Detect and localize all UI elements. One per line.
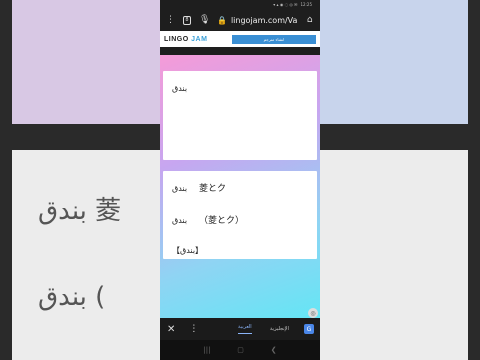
- home-icon[interactable]: ⌂: [305, 15, 314, 25]
- output-line: بندق （菱とク）: [172, 216, 245, 226]
- site-header: LINGO JAM انشاء مترجم: [160, 31, 320, 47]
- url-text: lingojam.com/Va: [230, 15, 298, 25]
- scroll-button[interactable]: ◎: [308, 308, 318, 318]
- more-icon[interactable]: ⋮: [189, 324, 198, 334]
- browser-toolbar: ⋮ 8 🎙 🔒 lingojam.com/Va ⌂: [160, 9, 320, 31]
- navigation-bar: ||| ▢ ❮: [160, 340, 320, 360]
- translator-area: بندق بندق 菱とク بندق （菱とク） 【بندق】 ◎: [160, 55, 320, 320]
- background-card: [12, 150, 160, 360]
- background-text: بندق 菱: [38, 196, 122, 226]
- phone-screen: ▾ ▴ ◉ ◌ ◎ ✉ 12:25 ⋮ 8 🎙 🔒 lingojam.com/V…: [160, 0, 320, 360]
- google-translate-icon[interactable]: G: [304, 324, 314, 334]
- create-translator-button[interactable]: انشاء مترجم: [232, 34, 316, 44]
- home-nav-icon[interactable]: ▢: [237, 346, 244, 354]
- tab-count-button[interactable]: 8: [183, 15, 191, 25]
- input-textarea[interactable]: بندق: [163, 71, 317, 160]
- close-icon[interactable]: ✕: [167, 324, 175, 335]
- output-line: بندق 菱とク: [172, 184, 227, 194]
- lock-icon: 🔒: [216, 15, 227, 25]
- menu-icon[interactable]: ⋮: [166, 15, 175, 25]
- page-translate-bar: ✕ ⋮ العربية الإنجليزية G: [160, 318, 320, 340]
- output-line: 【بندق】: [172, 246, 204, 255]
- language-tab-source[interactable]: العربية: [238, 324, 252, 334]
- input-text: بندق: [172, 84, 188, 93]
- background-text: بندق (: [38, 282, 106, 312]
- background-card: [320, 0, 468, 124]
- background-card: [12, 0, 160, 124]
- background-left: بندق 菱 بندق (: [0, 0, 160, 360]
- language-tab-target[interactable]: الإنجليزية: [270, 326, 289, 332]
- address-bar[interactable]: 🔒 lingojam.com/Va: [217, 13, 297, 27]
- recent-apps-icon[interactable]: |||: [203, 346, 210, 354]
- back-icon[interactable]: ❮: [271, 346, 277, 354]
- status-icons: ▾ ▴ ◉ ◌ ◎ ✉: [273, 2, 298, 7]
- status-time: 12:25: [300, 2, 312, 7]
- background-right: [320, 0, 480, 360]
- output-textarea[interactable]: بندق 菱とク بندق （菱とク） 【بندق】: [163, 171, 317, 259]
- site-logo[interactable]: LINGO JAM: [164, 36, 207, 43]
- microphone-icon[interactable]: 🎙: [199, 15, 210, 25]
- status-bar: ▾ ▴ ◉ ◌ ◎ ✉ 12:25: [160, 0, 320, 9]
- background-card: [320, 150, 468, 360]
